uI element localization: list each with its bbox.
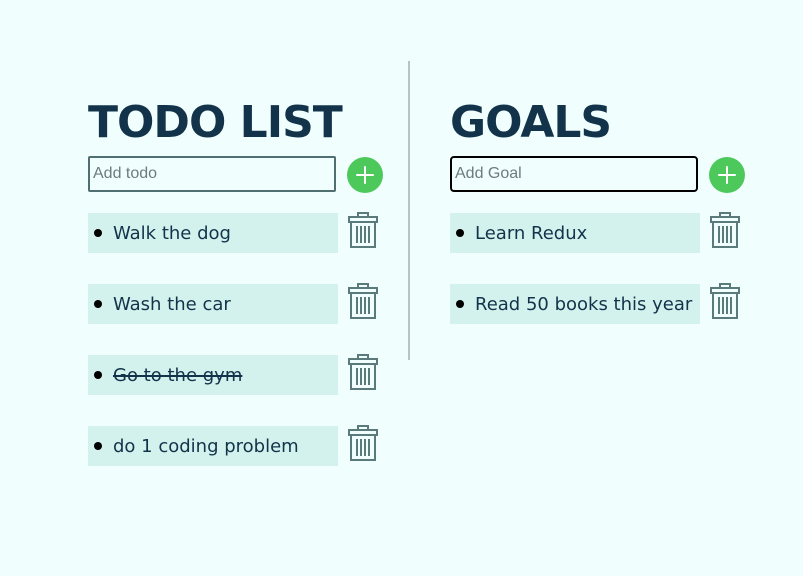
plus-icon: [356, 166, 374, 184]
bullet-icon: [94, 371, 102, 379]
bullet-icon: [94, 229, 102, 237]
add-goal-button[interactable]: [709, 157, 745, 193]
trash-icon: [710, 212, 740, 248]
trash-icon: [348, 212, 378, 248]
goal-item-label: Read 50 books this year: [475, 294, 693, 315]
todo-item-toggle[interactable]: Wash the car: [88, 284, 338, 324]
goal-items-list: Learn Redux Read 50 books this year: [450, 211, 750, 324]
goal-item-toggle[interactable]: Learn Redux: [450, 213, 700, 253]
bullet-icon: [456, 300, 464, 308]
todo-list-section: TODO LIST Walk the dog Wash the car: [88, 96, 388, 497]
bullet-icon: [456, 229, 464, 237]
todo-item: Wash the car: [88, 282, 388, 324]
trash-icon: [348, 283, 378, 319]
delete-todo-button[interactable]: [347, 353, 379, 393]
todo-item-toggle[interactable]: Walk the dog: [88, 213, 338, 253]
todo-items-list: Walk the dog Wash the car Go to the gym …: [88, 211, 388, 466]
delete-goal-button[interactable]: [709, 211, 741, 251]
todo-item-label: Go to the gym: [113, 365, 243, 386]
goal-item-label: Learn Redux: [475, 223, 588, 244]
plus-icon: [718, 166, 736, 184]
delete-todo-button[interactable]: [347, 211, 379, 251]
bullet-icon: [94, 300, 102, 308]
add-todo-input[interactable]: [88, 156, 336, 192]
column-divider: [408, 61, 410, 360]
goal-item: Learn Redux: [450, 211, 750, 253]
todo-item: Go to the gym: [88, 353, 388, 395]
delete-todo-button[interactable]: [347, 282, 379, 322]
bullet-icon: [94, 442, 102, 450]
goal-item-toggle[interactable]: Read 50 books this year: [450, 284, 700, 324]
add-todo-button[interactable]: [347, 157, 383, 193]
todo-list-title: TODO LIST: [88, 97, 343, 148]
goal-item: Read 50 books this year: [450, 282, 750, 324]
goal-add-row: [450, 156, 750, 193]
todo-item: Walk the dog: [88, 211, 388, 253]
goals-title: GOALS: [450, 97, 612, 148]
add-goal-input[interactable]: [450, 156, 698, 192]
trash-icon: [710, 283, 740, 319]
todo-item-label: Walk the dog: [113, 223, 231, 244]
todo-item-toggle[interactable]: do 1 coding problem: [88, 426, 338, 466]
delete-todo-button[interactable]: [347, 424, 379, 464]
delete-goal-button[interactable]: [709, 282, 741, 322]
trash-icon: [348, 354, 378, 390]
todo-item-label: do 1 coding problem: [113, 436, 299, 457]
todo-add-row: [88, 156, 388, 193]
trash-icon: [348, 425, 378, 461]
goals-section: GOALS Learn Redux Read 50 books this yea…: [450, 96, 750, 355]
todo-item-toggle[interactable]: Go to the gym: [88, 355, 338, 395]
todo-item-label: Wash the car: [113, 294, 231, 315]
todo-item: do 1 coding problem: [88, 424, 388, 466]
